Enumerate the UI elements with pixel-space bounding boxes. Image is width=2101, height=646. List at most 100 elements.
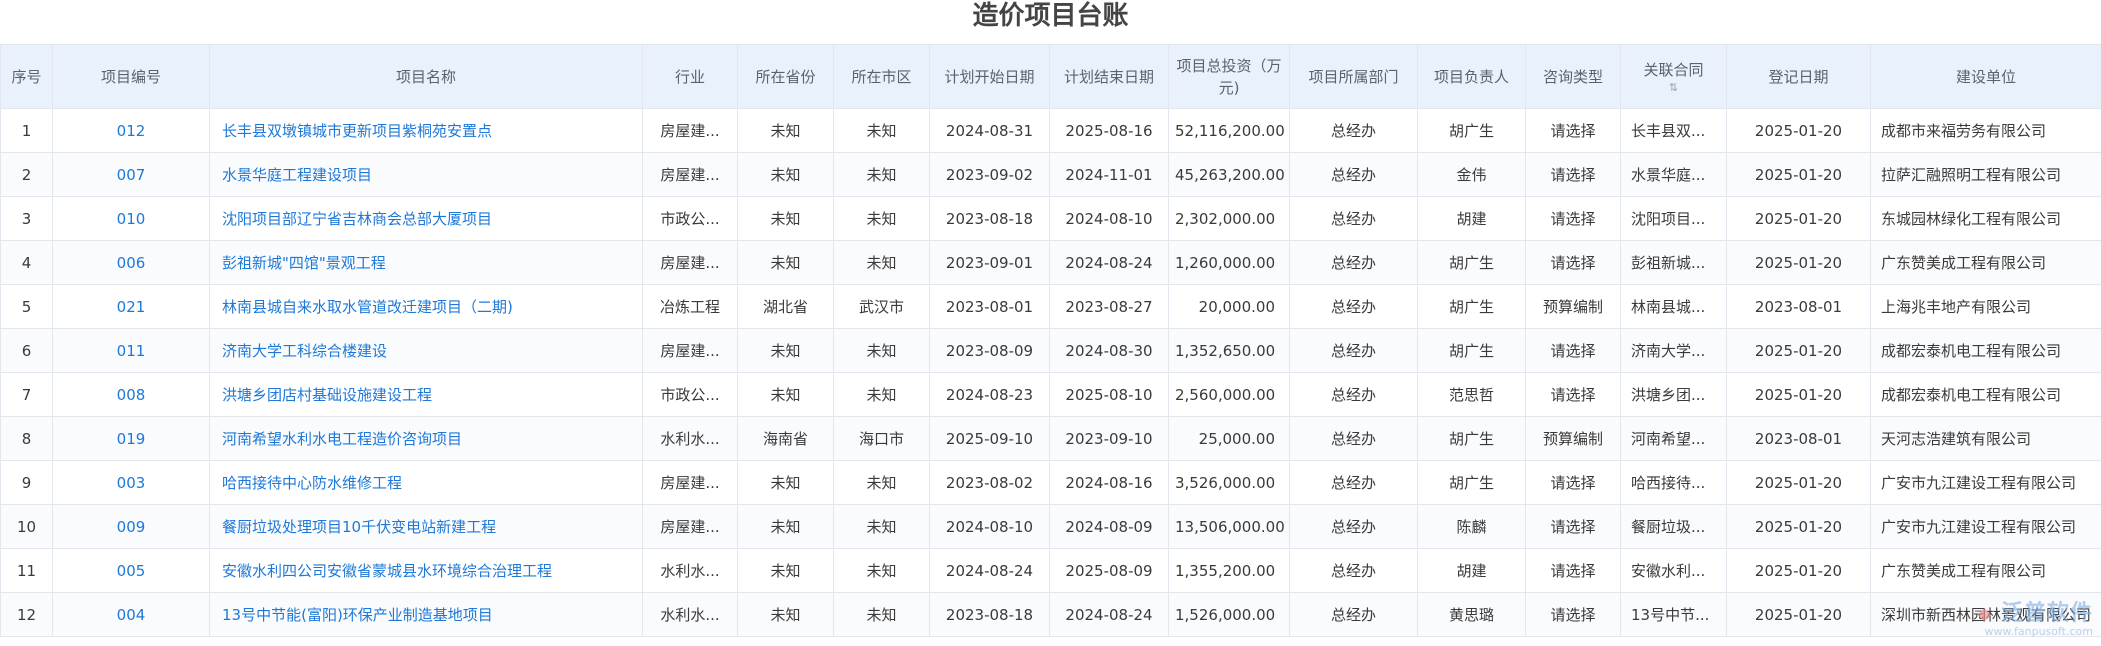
end-date-cell: 2024-08-30	[1049, 328, 1169, 373]
manager-cell: 金伟	[1417, 152, 1526, 197]
column-header-investment-header[interactable]: 项目总投资（万元)	[1168, 44, 1290, 109]
column-header-industry-header[interactable]: 行业	[642, 44, 738, 109]
city-cell: 未知	[833, 328, 930, 373]
project-name-link[interactable]: 13号中节能(富阳)环保产业制造基地项目	[209, 592, 643, 637]
reg-date-cell: 2025-01-20	[1726, 372, 1871, 417]
project-name-link[interactable]: 林南县城自来水取水管道改迁建项目（二期)	[209, 284, 643, 329]
page-title: 造价项目台账	[972, 1, 1129, 31]
project-name-link[interactable]: 沈阳项目部辽宁省吉林商会总部大厦项目	[209, 196, 643, 241]
column-header-manager-header[interactable]: 项目负责人	[1417, 44, 1526, 109]
contract-cell: 沈阳项目...	[1620, 196, 1727, 241]
contract-cell: 13号中节...	[1620, 592, 1727, 637]
table-row[interactable]: 6 011 济南大学工科综合楼建设 房屋建... 未知 未知 2023-08-09 2024-…	[0, 328, 2101, 373]
manager-cell: 胡建	[1417, 196, 1526, 241]
project-code-link[interactable]: 012	[52, 108, 210, 153]
project-name-link[interactable]: 河南希望水利水电工程造价咨询项目	[209, 416, 643, 461]
project-code-link[interactable]: 005	[52, 548, 210, 593]
column-header-consult-type-header[interactable]: 咨询类型	[1525, 44, 1621, 109]
column-header-name-header[interactable]: 项目名称	[209, 44, 643, 109]
column-header-code-header[interactable]: 项目编号	[52, 44, 210, 109]
project-code-link[interactable]: 004	[52, 592, 210, 637]
city-cell: 未知	[833, 196, 930, 241]
project-name-link[interactable]: 济南大学工科综合楼建设	[209, 328, 643, 373]
column-header-city-header[interactable]: 所在市区	[833, 44, 930, 109]
manager-cell: 胡广生	[1417, 108, 1526, 153]
investment-cell: 25,000.00	[1168, 416, 1290, 461]
consult-type-cell: 请选择	[1525, 592, 1621, 637]
project-code-link[interactable]: 003	[52, 460, 210, 505]
dept-cell: 总经办	[1289, 108, 1418, 153]
manager-cell: 胡建	[1417, 548, 1526, 593]
project-name-link[interactable]: 彭祖新城"四馆"景观工程	[209, 240, 643, 285]
project-ledger-table: 序号 项目编号 项目名称 行业 所在省份 所在市区 计划开始日期 计划结束日期 项目总投资（万元…	[0, 44, 2101, 637]
table-row[interactable]: 1 012 长丰县双墩镇城市更新项目紫桐苑安置点 房屋建... 未知 未知 2024-08-…	[0, 108, 2101, 153]
table-row[interactable]: 11 005 安徽水利四公司安徽省蒙城县水环境综合治理工程 水利水... 未知 未知 202…	[0, 548, 2101, 593]
project-code-link[interactable]: 007	[52, 152, 210, 197]
seq-cell: 12	[0, 592, 53, 637]
seq-cell: 4	[0, 240, 53, 285]
project-code-link[interactable]: 009	[52, 504, 210, 549]
project-code-link[interactable]: 006	[52, 240, 210, 285]
watermark-logo: ◆ 泛普软件	[1977, 595, 2093, 627]
column-header-builder-header[interactable]: 建设单位	[1870, 44, 2101, 109]
column-header-start-date-header[interactable]: 计划开始日期	[929, 44, 1050, 109]
table-row[interactable]: 7 008 洪塘乡团店村基础设施建设工程 市政公... 未知 未知 2024-08-23 20…	[0, 372, 2101, 417]
start-date-cell: 2024-08-24	[929, 548, 1050, 593]
manager-cell: 胡广生	[1417, 460, 1526, 505]
city-cell: 未知	[833, 504, 930, 549]
table-row[interactable]: 10 009 餐厨垃圾处理项目10千伏变电站新建工程 房屋建... 未知 未知 2024-0…	[0, 504, 2101, 549]
column-header-province-header[interactable]: 所在省份	[737, 44, 834, 109]
start-date-cell: 2024-08-31	[929, 108, 1050, 153]
dept-cell: 总经办	[1289, 460, 1418, 505]
consult-type-cell: 请选择	[1525, 548, 1621, 593]
industry-cell: 房屋建...	[642, 152, 738, 197]
column-header-label: 项目所属部门	[1308, 67, 1399, 86]
column-header-reg-date-header[interactable]: 登记日期	[1726, 44, 1871, 109]
reg-date-cell: 2025-01-20	[1726, 328, 1871, 373]
table-row[interactable]: 4 006 彭祖新城"四馆"景观工程 房屋建... 未知 未知 2023-09-01 2024…	[0, 240, 2101, 285]
project-name-link[interactable]: 餐厨垃圾处理项目10千伏变电站新建工程	[209, 504, 643, 549]
project-name-link[interactable]: 安徽水利四公司安徽省蒙城县水环境综合治理工程	[209, 548, 643, 593]
project-code-link[interactable]: 019	[52, 416, 210, 461]
reg-date-cell: 2025-01-20	[1726, 592, 1871, 637]
start-date-cell: 2023-09-01	[929, 240, 1050, 285]
project-code-link[interactable]: 011	[52, 328, 210, 373]
project-name-link[interactable]: 长丰县双墩镇城市更新项目紫桐苑安置点	[209, 108, 643, 153]
column-header-seq-header[interactable]: 序号	[0, 44, 53, 109]
column-header-label: 建设单位	[1955, 67, 2016, 86]
project-name-link[interactable]: 水景华庭工程建设项目	[209, 152, 643, 197]
dept-cell: 总经办	[1289, 372, 1418, 417]
project-name-link[interactable]: 洪塘乡团店村基础设施建设工程	[209, 372, 643, 417]
column-header-contract-header[interactable]: 关联合同 ⇅	[1620, 44, 1727, 109]
watermark: ◆ 泛普软件 www.fanpusoft.com	[1973, 595, 2093, 638]
project-code-link[interactable]: 008	[52, 372, 210, 417]
table-row[interactable]: 8 019 河南希望水利水电工程造价咨询项目 水利水... 海南省 海口市 2025-09-…	[0, 416, 2101, 461]
industry-cell: 水利水...	[642, 416, 738, 461]
seq-cell: 10	[0, 504, 53, 549]
industry-cell: 水利水...	[642, 548, 738, 593]
project-name-link[interactable]: 哈西接待中心防水维修工程	[209, 460, 643, 505]
table-row[interactable]: 3 010 沈阳项目部辽宁省吉林商会总部大厦项目 市政公... 未知 未知 2023-08-…	[0, 196, 2101, 241]
builder-cell: 成都市来福劳务有限公司	[1870, 108, 2101, 153]
project-code-link[interactable]: 021	[52, 284, 210, 329]
sort-icon[interactable]: ⇅	[1627, 81, 1720, 95]
start-date-cell: 2023-08-09	[929, 328, 1050, 373]
project-code-link[interactable]: 010	[52, 196, 210, 241]
investment-cell: 1,260,000.00	[1168, 240, 1290, 285]
table-row[interactable]: 5 021 林南县城自来水取水管道改迁建项目（二期) 冶炼工程 湖北省 武汉市 2023-0…	[0, 284, 2101, 329]
column-header-end-date-header[interactable]: 计划结束日期	[1049, 44, 1169, 109]
manager-cell: 胡广生	[1417, 240, 1526, 285]
reg-date-cell: 2025-01-20	[1726, 108, 1871, 153]
start-date-cell: 2023-08-02	[929, 460, 1050, 505]
investment-cell: 20,000.00	[1168, 284, 1290, 329]
table-row[interactable]: 2 007 水景华庭工程建设项目 房屋建... 未知 未知 2023-09-02 2024-1…	[0, 152, 2101, 197]
contract-cell: 彭祖新城...	[1620, 240, 1727, 285]
column-header-label: 计划开始日期	[944, 67, 1035, 86]
industry-cell: 冶炼工程	[642, 284, 738, 329]
column-header-label: 所在省份	[755, 67, 816, 86]
column-header-dept-header[interactable]: 项目所属部门	[1289, 44, 1418, 109]
city-cell: 武汉市	[833, 284, 930, 329]
province-cell: 未知	[737, 240, 834, 285]
table-row[interactable]: 9 003 哈西接待中心防水维修工程 房屋建... 未知 未知 2023-08-02 2024…	[0, 460, 2101, 505]
table-row[interactable]: 12 004 13号中节能(富阳)环保产业制造基地项目 水利水... 未知 未知 2023-…	[0, 592, 2101, 637]
